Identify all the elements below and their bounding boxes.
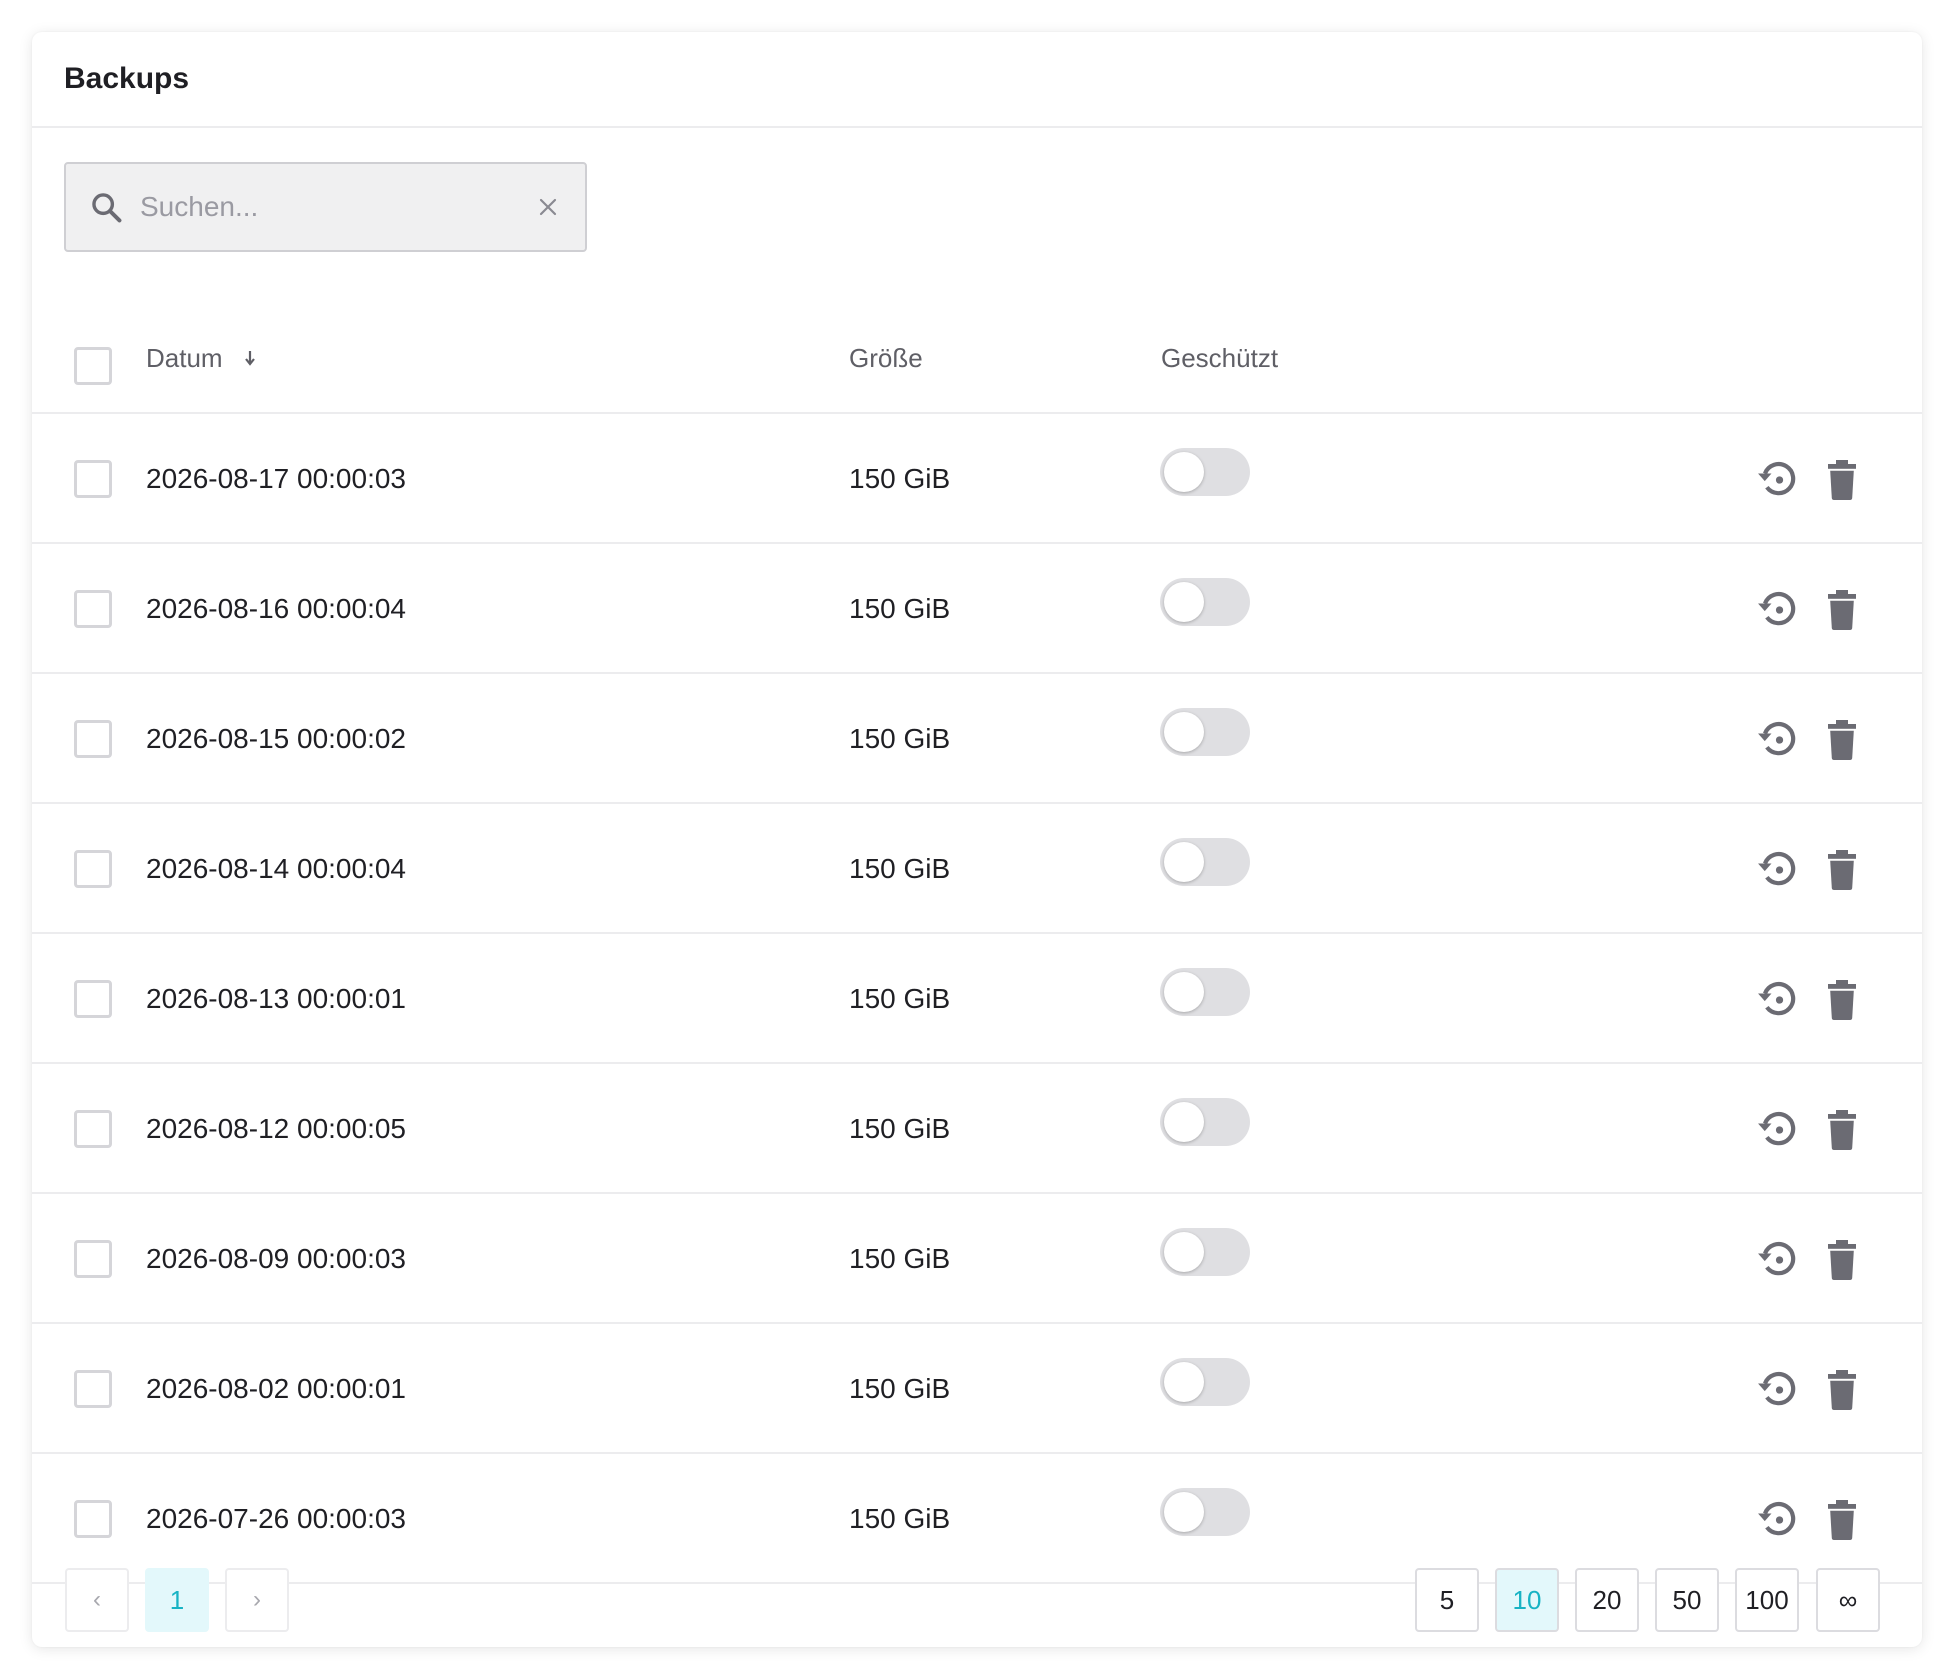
backup-size: 150 GiB [849,1373,951,1404]
search-box[interactable] [64,162,587,252]
backup-date: 2026-08-17 00:00:03 [146,463,406,494]
page-size-option[interactable]: ∞ [1816,1568,1880,1632]
protected-toggle[interactable] [1160,1228,1250,1276]
toggle-knob [1164,842,1204,882]
restore-icon[interactable] [1754,1106,1802,1154]
table-row: 2026-08-09 00:00:03 150 GiB [32,1194,1922,1324]
backups-card: Backups Datum [32,32,1922,1647]
restore-icon[interactable] [1754,586,1802,634]
toggle-knob [1164,1362,1204,1402]
trash-icon[interactable] [1822,846,1862,894]
protected-toggle[interactable] [1160,578,1250,626]
trash-icon[interactable] [1822,1496,1862,1544]
search-icon [86,187,126,227]
next-page-button[interactable]: › [225,1568,289,1632]
table-row: 2026-08-16 00:00:04 150 GiB [32,544,1922,674]
row-checkbox[interactable] [74,460,112,498]
toggle-knob [1164,972,1204,1012]
prev-page-button[interactable]: ‹ [65,1568,129,1632]
restore-icon[interactable] [1754,716,1802,764]
row-checkbox[interactable] [74,1370,112,1408]
backup-size: 150 GiB [849,1113,951,1144]
restore-icon[interactable] [1754,1236,1802,1284]
trash-icon[interactable] [1822,1236,1862,1284]
trash-icon[interactable] [1822,1366,1862,1414]
backup-size: 150 GiB [849,853,951,884]
toggle-knob [1164,1492,1204,1532]
protected-toggle[interactable] [1160,1488,1250,1536]
backup-date: 2026-08-14 00:00:04 [146,853,406,884]
page-size-option[interactable]: 5 [1415,1568,1479,1632]
table-row: 2026-08-02 00:00:01 150 GiB [32,1324,1922,1454]
table-row: 2026-08-12 00:00:05 150 GiB [32,1064,1922,1194]
protected-toggle[interactable] [1160,838,1250,886]
backup-date: 2026-08-12 00:00:05 [146,1113,406,1144]
protected-toggle[interactable] [1160,968,1250,1016]
table-body: 2026-08-17 00:00:03 150 GiB 2026-08-16 0… [32,414,1922,1584]
backups-table: Datum Größe Geschützt 2026-08-17 00:00:0… [32,302,1922,1584]
backup-size: 150 GiB [849,983,951,1014]
backup-date: 2026-08-16 00:00:04 [146,593,406,624]
restore-icon[interactable] [1754,846,1802,894]
search-input[interactable] [140,164,533,250]
backup-size: 150 GiB [849,463,951,494]
backup-size: 150 GiB [849,1503,951,1534]
protected-toggle[interactable] [1160,1358,1250,1406]
row-checkbox[interactable] [74,1240,112,1278]
backup-date: 2026-08-02 00:00:01 [146,1373,406,1404]
row-checkbox[interactable] [74,1500,112,1538]
column-header-date-label: Datum [146,342,223,373]
backup-date: 2026-08-15 00:00:02 [146,723,406,754]
toggle-knob [1164,452,1204,492]
table-row: 2026-08-14 00:00:04 150 GiB [32,804,1922,934]
table-row: 2026-08-15 00:00:02 150 GiB [32,674,1922,804]
column-header-size: Größe [849,342,923,373]
row-checkbox[interactable] [74,980,112,1018]
table-row: 2026-08-17 00:00:03 150 GiB [32,414,1922,544]
backup-date: 2026-08-09 00:00:03 [146,1243,406,1274]
row-checkbox[interactable] [74,720,112,758]
backup-size: 150 GiB [849,1243,951,1274]
page-1-button[interactable]: 1 [145,1568,209,1632]
trash-icon[interactable] [1822,1106,1862,1154]
card-header: Backups [32,32,1922,128]
restore-icon[interactable] [1754,456,1802,504]
protected-toggle[interactable] [1160,1098,1250,1146]
page-size-option[interactable]: 50 [1655,1568,1719,1632]
restore-icon[interactable] [1754,1366,1802,1414]
card-title: Backups [64,62,190,95]
restore-icon[interactable] [1754,976,1802,1024]
table-row: 2026-08-13 00:00:01 150 GiB [32,934,1922,1064]
backup-size: 150 GiB [849,593,951,624]
trash-icon[interactable] [1822,456,1862,504]
trash-icon[interactable] [1822,586,1862,634]
protected-toggle[interactable] [1160,448,1250,496]
row-checkbox[interactable] [74,1110,112,1148]
toggle-knob [1164,582,1204,622]
arrow-down-icon [243,348,257,368]
table-row: 2026-07-26 00:00:03 150 GiB [32,1454,1922,1584]
toggle-knob [1164,1232,1204,1272]
page-size-option[interactable]: 100 [1735,1568,1799,1632]
toggle-knob [1164,712,1204,752]
protected-toggle[interactable] [1160,708,1250,756]
backup-size: 150 GiB [849,723,951,754]
trash-icon[interactable] [1822,716,1862,764]
column-header-date[interactable]: Datum [146,302,257,414]
trash-icon[interactable] [1822,976,1862,1024]
column-header-protected: Geschützt [1161,342,1279,373]
backup-date: 2026-07-26 00:00:03 [146,1503,406,1534]
page-size-option[interactable]: 10 [1495,1568,1559,1632]
close-icon[interactable] [533,192,563,222]
backup-date: 2026-08-13 00:00:01 [146,983,406,1014]
row-checkbox[interactable] [74,590,112,628]
page-size-option[interactable]: 20 [1575,1568,1639,1632]
restore-icon[interactable] [1754,1496,1802,1544]
toggle-knob [1164,1102,1204,1142]
table-header: Datum Größe Geschützt [32,302,1922,414]
row-checkbox[interactable] [74,850,112,888]
select-all-checkbox[interactable] [74,347,112,385]
